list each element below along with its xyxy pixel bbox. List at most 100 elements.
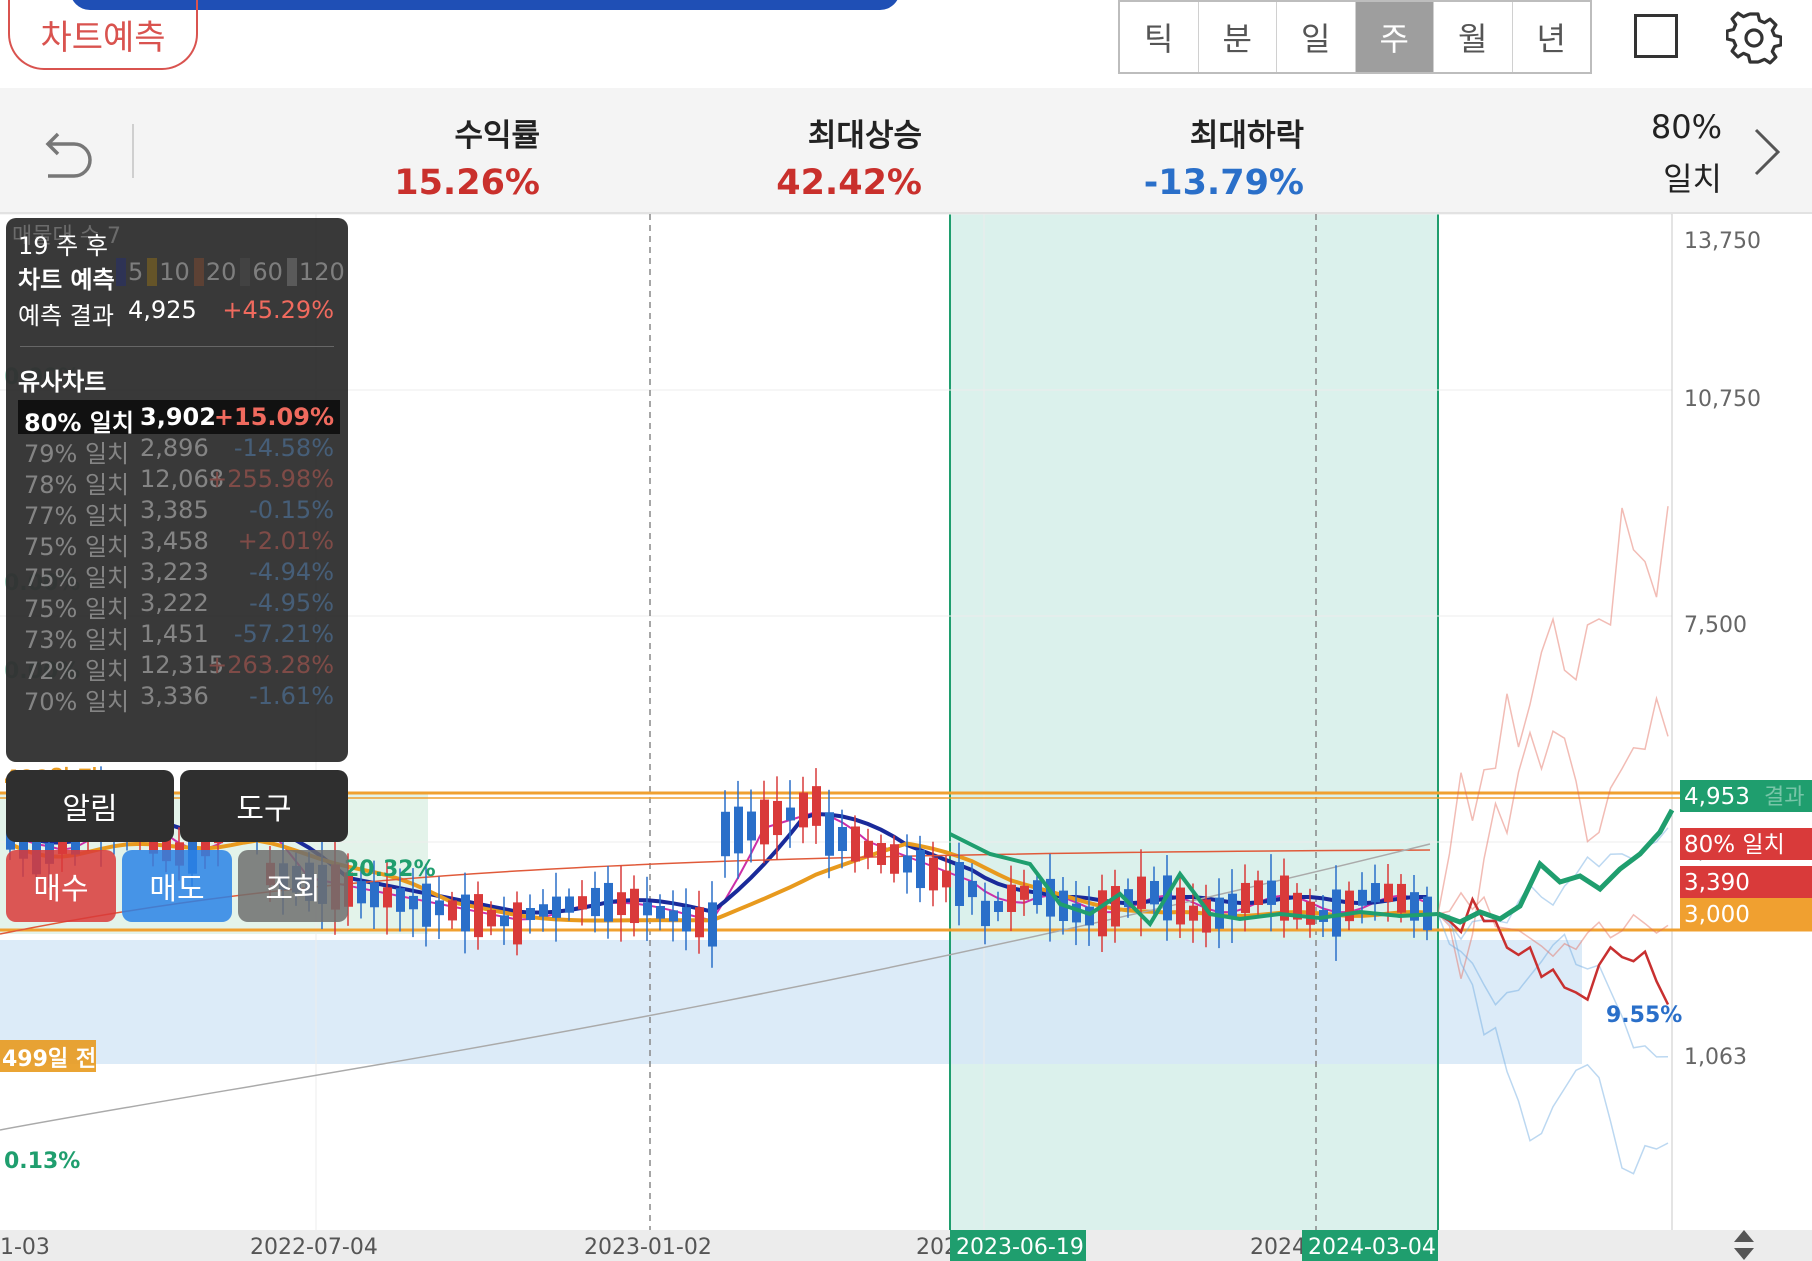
row-pct: -57.21% bbox=[233, 620, 334, 648]
candle-body bbox=[786, 807, 795, 821]
alert-button[interactable]: 알림 bbox=[6, 770, 174, 842]
candle-body bbox=[903, 855, 912, 873]
stat-return: 수익률 15.26% bbox=[280, 110, 540, 203]
candle-body bbox=[461, 894, 470, 932]
y-tick-label: 1,063 bbox=[1684, 1045, 1747, 1070]
chart-annotation: 499일 전 bbox=[2, 1047, 96, 1072]
price-badge-text: 3,390 bbox=[1684, 870, 1750, 896]
y-tick-label: 13,750 bbox=[1684, 229, 1761, 254]
row-pct: +15.09% bbox=[213, 403, 334, 431]
candle-body bbox=[578, 896, 587, 910]
candle-body bbox=[474, 894, 483, 938]
candle-body bbox=[1150, 880, 1159, 905]
similar-projection-line bbox=[1437, 506, 1669, 915]
candle-body bbox=[565, 896, 574, 913]
period-tab[interactable]: 년 bbox=[1513, 2, 1591, 72]
stat-return-label: 수익률 bbox=[454, 118, 540, 154]
candle-body bbox=[1176, 887, 1185, 925]
range-date-label: 2024-03-04 bbox=[1308, 1235, 1436, 1260]
similar-chart-panel: 매물대 수 7 19 주 후 5 10 20 60 120 차트 예측 예측 결과 4,… bbox=[6, 218, 348, 762]
row-pct: -4.94% bbox=[249, 558, 334, 586]
candle-body bbox=[812, 786, 821, 826]
row-pct: +255.98% bbox=[207, 465, 334, 493]
similar-chart-row[interactable]: 77% 일치 3,385 -0.15% bbox=[18, 493, 340, 530]
candle-body bbox=[877, 843, 886, 865]
period-tab[interactable]: 일 bbox=[1277, 2, 1356, 72]
candle-body bbox=[1033, 880, 1042, 906]
candle-body bbox=[357, 881, 366, 904]
price-badge-text: 3,000 bbox=[1684, 902, 1750, 928]
candle-body bbox=[1007, 884, 1016, 912]
candle-body bbox=[1371, 883, 1380, 903]
price-zone-band bbox=[0, 940, 1582, 1064]
selected-range-band bbox=[950, 214, 1438, 1230]
stats-bar: 수익률 15.26% 최대상승 42.42% 최대하락 -13.79% 80% … bbox=[0, 88, 1812, 214]
similar-chart-row[interactable]: 72% 일치 12,315 +263.28% bbox=[18, 648, 340, 685]
candle-body bbox=[1384, 883, 1393, 902]
stat-max-down-value: -13.79% bbox=[1143, 163, 1304, 203]
stat-max-down-label: 최대하락 bbox=[1189, 118, 1304, 154]
tools-button[interactable]: 도구 bbox=[180, 770, 348, 842]
chart-annotation: 9.55% bbox=[1606, 1003, 1682, 1028]
period-tab[interactable]: 월 bbox=[1434, 2, 1513, 72]
similar-chart-row[interactable]: 79% 일치 2,896 -14.58% bbox=[18, 431, 340, 468]
ma-legend: 5 10 20 60 120 bbox=[116, 258, 349, 286]
chevron-right-icon[interactable] bbox=[1752, 124, 1782, 180]
x-tick-label: 2023-01-02 bbox=[584, 1235, 712, 1260]
candle-body bbox=[1306, 901, 1315, 925]
stat-max-up-value: 42.42% bbox=[776, 163, 922, 203]
buy-button[interactable]: 매수 bbox=[6, 850, 116, 922]
predict-result-label: 예측 결과 bbox=[18, 302, 114, 330]
candle-body bbox=[487, 909, 496, 927]
row-value: 3,902 bbox=[140, 403, 216, 431]
candle-body bbox=[890, 844, 899, 874]
candle-body bbox=[929, 857, 938, 891]
ma-legend-item: 120 bbox=[286, 258, 345, 286]
similar-chart-row[interactable]: 75% 일치 3,223 -4.94% bbox=[18, 555, 340, 592]
row-value: 3,336 bbox=[140, 682, 209, 710]
inquiry-button[interactable]: 조회 bbox=[238, 850, 348, 922]
fullscreen-icon[interactable] bbox=[1634, 14, 1678, 58]
gear-icon[interactable] bbox=[1726, 10, 1782, 66]
similar-projection-line bbox=[1437, 695, 1669, 979]
candle-body bbox=[1358, 889, 1367, 906]
candle-body bbox=[1241, 882, 1250, 913]
candle-body bbox=[760, 799, 769, 845]
stat-max-up: 최대상승 42.42% bbox=[662, 110, 922, 203]
price-badge-text: 80% 일치 bbox=[1684, 832, 1785, 858]
period-tab[interactable]: 분 bbox=[1199, 2, 1277, 72]
row-pct: -4.95% bbox=[249, 589, 334, 617]
similar-chart-row[interactable]: 78% 일치 12,068 +255.98% bbox=[18, 462, 340, 499]
candle-body bbox=[864, 840, 873, 858]
panel-divider bbox=[20, 346, 334, 347]
candle-body bbox=[799, 792, 808, 828]
candle-body bbox=[838, 826, 847, 852]
match-percent[interactable]: 80% bbox=[1651, 108, 1722, 146]
chart-predict-button[interactable]: 차트예측 bbox=[8, 0, 198, 70]
sell-button[interactable]: 매도 bbox=[122, 850, 232, 922]
predict-title: 차트 예측 bbox=[18, 266, 115, 294]
candle-body bbox=[708, 902, 717, 947]
match-word[interactable]: 일치 bbox=[1663, 154, 1722, 200]
y-tick-label: 10,750 bbox=[1684, 387, 1761, 412]
candle-body bbox=[630, 888, 639, 924]
period-tab[interactable]: 주 bbox=[1355, 2, 1434, 72]
undo-icon[interactable] bbox=[36, 126, 96, 182]
similar-chart-row[interactable]: 80% 일치 3,902 +15.09% bbox=[18, 400, 340, 437]
candle-body bbox=[656, 906, 665, 919]
candle-body bbox=[617, 892, 626, 916]
candle-body bbox=[448, 900, 457, 921]
candle-body bbox=[1189, 905, 1198, 921]
similar-chart-row[interactable]: 70% 일치 3,336 -1.61% bbox=[18, 679, 340, 716]
candle-body bbox=[409, 895, 418, 910]
period-tab[interactable]: 틱 bbox=[1120, 2, 1199, 72]
similar-chart-row[interactable]: 75% 일치 3,222 -4.95% bbox=[18, 586, 340, 623]
candle-body bbox=[1137, 876, 1146, 909]
row-pct: +263.28% bbox=[207, 651, 334, 679]
similar-chart-row[interactable]: 73% 일치 1,451 -57.21% bbox=[18, 617, 340, 654]
similar-chart-row[interactable]: 75% 일치 3,458 +2.01% bbox=[18, 524, 340, 561]
candle-body bbox=[955, 862, 964, 906]
candle-body bbox=[695, 907, 704, 938]
similar-projection-line bbox=[1437, 827, 1669, 941]
candle-body bbox=[851, 826, 860, 862]
